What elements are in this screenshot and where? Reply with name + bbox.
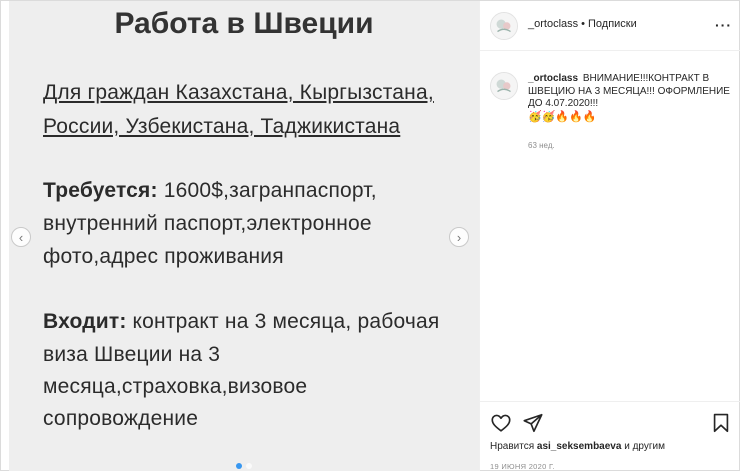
carousel-dot (246, 463, 252, 469)
media-line: Требуется: 1600$,загранпаспорт, (43, 179, 377, 203)
likes-suffix-link[interactable]: и другим (621, 441, 665, 452)
carousel-next-button[interactable]: › (449, 227, 469, 247)
media-line: виза Швеции на 3 (43, 343, 221, 366)
post-date[interactable]: 19 ИЮНЯ 2020 Г. (490, 462, 555, 471)
follow-status-button[interactable]: Подписки (588, 18, 637, 30)
media-line: внутренний паспорт,электронное (43, 212, 372, 235)
media-line: Входит: контракт на 3 месяца, рабочая (43, 310, 440, 334)
post-media[interactable]: Работа в Швеции Для граждан Казахстана, … (9, 1, 479, 471)
media-line: фото,адрес проживания (43, 245, 284, 268)
likes-user-link[interactable]: asi_seksembaeva (537, 441, 622, 452)
bookmark-icon[interactable] (710, 412, 732, 434)
post-container: Работа в Швеции Для граждан Казахстана, … (0, 0, 740, 471)
post-side-panel: _ortoclass • Подписки ··· _ortoclass ВНИМА… (479, 1, 740, 471)
share-icon[interactable] (522, 412, 544, 434)
media-label-included: Входит: (43, 310, 127, 333)
more-options-icon[interactable]: ··· (715, 17, 732, 33)
heart-icon[interactable] (490, 412, 512, 434)
media-line: России, Узбекистана, Таджикистана (43, 115, 401, 138)
media-title: Работа в Швеции (114, 7, 374, 40)
caption-emojis: 🥳🥳🔥🔥🔥 (528, 110, 597, 123)
header-username-link[interactable]: _ortoclass (528, 18, 578, 30)
carousel-prev-button[interactable]: ‹ (11, 227, 31, 247)
header-user-line: _ortoclass • Подписки (528, 18, 637, 30)
media-line: Для граждан Казахстана, Кыргызстана, (43, 81, 434, 104)
media-line: сопровождение (43, 407, 199, 430)
post-actions: Нравится asi_seksembaeva и другим 19 ИЮН… (480, 401, 740, 471)
caption-time-ago[interactable]: 63 нед. (528, 141, 555, 150)
caption-username-link[interactable]: _ortoclass (528, 73, 578, 84)
avatar-image (491, 73, 517, 99)
media-line-text: контракт на 3 месяца, рабочая (126, 310, 440, 333)
avatar[interactable] (490, 12, 518, 40)
media-label-required: Требуется: (43, 179, 158, 202)
likes-summary: Нравится asi_seksembaeva и другим (490, 441, 665, 452)
media-line: месяца,страховка,визовое (43, 375, 308, 398)
caption-text: _ortoclass ВНИМАНИЕ!!!КОНТРАКТ В ШВЕЦИЮ … (528, 73, 734, 124)
avatar[interactable] (490, 72, 518, 100)
post-header: _ortoclass • Подписки ··· (480, 1, 740, 51)
carousel-dots (9, 463, 479, 469)
likes-prefix: Нравится (490, 441, 537, 452)
header-separator: • (581, 18, 585, 30)
media-line-text: 1600$,загранпаспорт, (157, 179, 377, 202)
avatar-image (491, 13, 517, 39)
carousel-dot (236, 463, 242, 469)
